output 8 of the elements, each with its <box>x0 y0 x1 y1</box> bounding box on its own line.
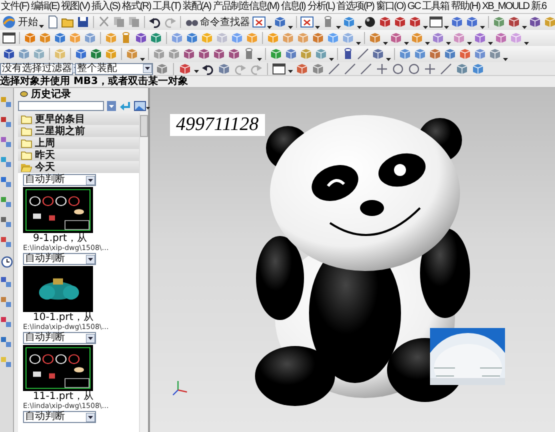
dropdown-value: 自动判断 <box>25 175 65 185</box>
dropdown-value: 自动判断 <box>25 412 65 422</box>
panel-title: 历史记录 <box>31 88 71 101</box>
number-label: 499711128 <box>170 114 265 136</box>
dropdown-value: 自动判断 <box>25 254 65 264</box>
dropdown-value: 整个装配 <box>77 64 117 74</box>
dropdown-value: 自动判断 <box>25 333 65 343</box>
status-message: 选择对象并使用 MB3，或者双击某一对象 <box>0 75 555 88</box>
